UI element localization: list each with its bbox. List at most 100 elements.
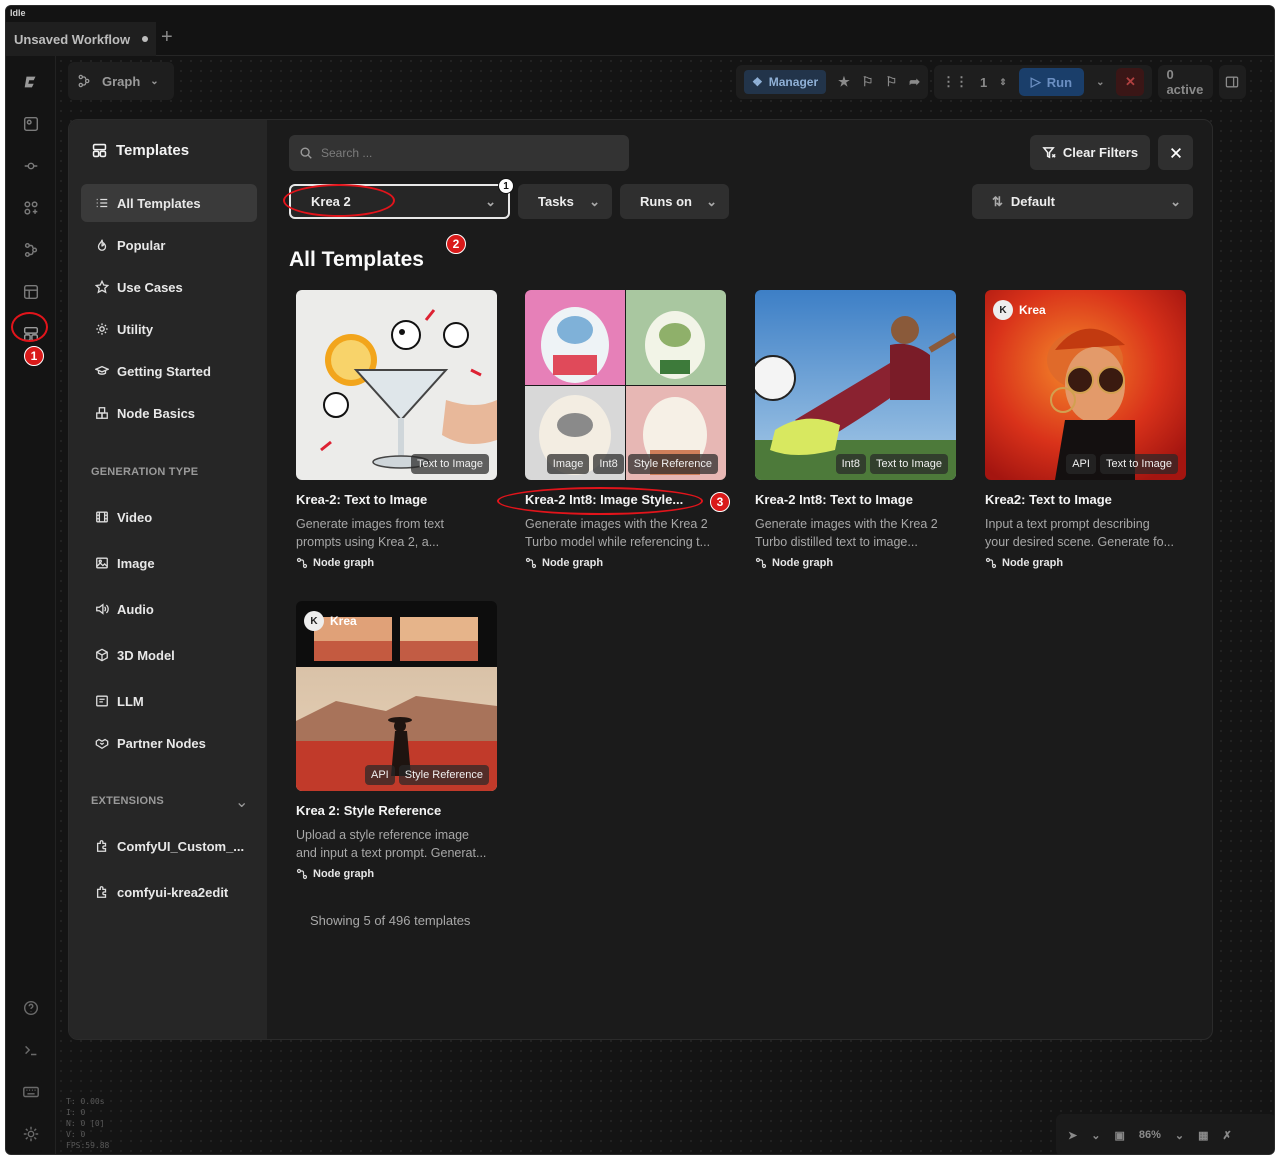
flask-icon[interactable]: ⚐ <box>862 74 874 90</box>
nav-partner-nodes[interactable]: Partner Nodes <box>81 724 257 762</box>
sort-arrows-icon: ⇅ <box>992 193 1003 209</box>
stepper-icon[interactable]: ⇕ <box>999 77 1007 88</box>
star-icon[interactable]: ★ <box>838 74 850 90</box>
comfy-logo-icon[interactable] <box>19 70 43 94</box>
run-options-chevron-icon[interactable]: ⌄ <box>1096 77 1104 88</box>
template-thumbnail[interactable]: Text to Image <box>296 290 497 480</box>
tag: Int8 <box>593 454 624 474</box>
graph-mode-button[interactable]: Graph ⌄ <box>68 62 174 100</box>
help-icon[interactable] <box>19 996 43 1020</box>
description-line: Turbo model while referencing t... <box>525 535 711 549</box>
description-line: your desired scene. Generate fo... <box>985 535 1174 549</box>
active-jobs[interactable]: 0 active <box>1158 65 1213 99</box>
nav-image[interactable]: Image <box>81 544 257 582</box>
description-line: prompts using Krea 2, a... <box>296 535 440 549</box>
search-box[interactable] <box>289 135 629 171</box>
nav-use-cases[interactable]: Use Cases <box>81 268 257 306</box>
nav-popular[interactable]: Popular <box>81 226 257 264</box>
node-library-icon[interactable] <box>19 154 43 178</box>
drag-handle-icon[interactable]: ⋮⋮ <box>942 74 968 90</box>
queue-icon[interactable] <box>19 112 43 136</box>
model-library-icon[interactable] <box>19 196 43 220</box>
template-card[interactable]: Int8 Text to Image Krea-2 Int8: Text to … <box>755 290 957 569</box>
template-thumbnail[interactable]: K Krea API Style Reference <box>296 601 497 791</box>
template-card[interactable]: Text to Image Krea-2: Text to Image Gene… <box>296 290 498 569</box>
template-thumbnail[interactable]: Int8 Text to Image <box>755 290 956 480</box>
nav-utility[interactable]: Utility <box>81 310 257 348</box>
stop-button[interactable]: ✕ <box>1116 68 1145 96</box>
stat-line: T: 0.00s <box>66 1097 105 1106</box>
minimap-icon[interactable]: ▦ <box>1198 1129 1208 1142</box>
krea-badge-label: Krea <box>1019 303 1046 317</box>
krea-logo-icon: K <box>993 300 1013 320</box>
tasks-filter-select[interactable]: Tasks ⌄ <box>518 184 612 219</box>
tag: Image <box>546 454 590 474</box>
toggle-panel-button[interactable] <box>1218 65 1246 99</box>
panel-icon <box>1226 76 1239 88</box>
assets-icon[interactable] <box>19 280 43 304</box>
description-line: Turbo distilled text to image... <box>755 535 918 549</box>
sort-value: Default <box>1010 194 1055 209</box>
nav-extension-comfyui-custom[interactable]: ComfyUI_Custom_... <box>81 827 257 865</box>
nav-llm[interactable]: LLM <box>81 682 257 720</box>
search-icon <box>300 147 312 159</box>
krea-logo-icon: K <box>304 611 324 631</box>
fit-view-icon[interactable]: ▣ <box>1114 1129 1124 1142</box>
nav-node-basics[interactable]: Node Basics <box>81 394 257 432</box>
nav-extension-krea2edit[interactable]: comfyui-krea2edit <box>81 873 257 911</box>
card-description: Generate images from text prompts using … <box>296 515 498 551</box>
puzzle-icon <box>96 840 107 852</box>
chevron-down-icon[interactable]: ⌄ <box>1175 1129 1184 1142</box>
film-icon <box>96 511 108 523</box>
clear-filters-button[interactable]: Clear Filters <box>1030 135 1150 170</box>
terminal-icon[interactable] <box>19 1038 43 1062</box>
batch-count[interactable]: 1 <box>980 75 987 90</box>
stat-line: N: 0 [0] <box>66 1119 105 1128</box>
nav-label: All Templates <box>117 195 201 211</box>
nav-video[interactable]: Video <box>81 498 257 536</box>
chevron-down-icon: ⌄ <box>1170 193 1181 209</box>
share-icon[interactable]: ➦ <box>909 74 920 90</box>
nav-label: Utility <box>117 321 154 337</box>
template-thumbnail[interactable]: Image Int8 Style Reference <box>525 290 726 480</box>
template-card[interactable]: K Krea API Text to Image Krea2: Text to … <box>985 290 1187 569</box>
annotation-ellipse <box>283 184 395 217</box>
sort-select[interactable]: ⇅ Default ⌄ <box>972 184 1193 219</box>
extensions-collapse-chevron-icon[interactable]: ⌄ <box>235 792 248 812</box>
node-graph-icon <box>296 868 308 880</box>
tag: Text to Image <box>1099 454 1178 474</box>
manager-button[interactable]: ❖ Manager <box>744 70 827 94</box>
star-icon <box>95 280 109 294</box>
templates-modal: Templates All Templates Popular Use Case… <box>68 119 1213 1040</box>
workflows-icon[interactable] <box>19 238 43 262</box>
nav-all-templates[interactable]: All Templates <box>81 184 257 222</box>
run-button[interactable]: ▷ Run <box>1018 68 1085 96</box>
runs-on-filter-select[interactable]: Runs on ⌄ <box>620 184 729 219</box>
tag: Text to Image <box>869 454 948 474</box>
chevron-down-icon[interactable]: ⌄ <box>1091 1129 1100 1142</box>
nav-label: LLM <box>117 693 144 709</box>
card-meta-label: Node graph <box>313 557 375 569</box>
nav-audio[interactable]: Audio <box>81 590 257 628</box>
template-thumbnail[interactable]: K Krea API Text to Image <box>985 290 1186 480</box>
link-toggle-icon[interactable]: ✗ <box>1223 1129 1232 1142</box>
new-tab-button[interactable]: + <box>161 26 173 49</box>
search-input[interactable] <box>321 146 601 160</box>
settings-gear-icon[interactable] <box>19 1122 43 1146</box>
graduation-cap-icon <box>95 365 109 375</box>
template-card[interactable]: Image Int8 Style Reference Krea-2 Int8: … <box>525 290 727 569</box>
flask-alt-icon[interactable]: ⚐ <box>885 74 897 90</box>
nav-label: Image <box>117 555 155 571</box>
nav-3d-model[interactable]: 3D Model <box>81 636 257 674</box>
tag-list: Text to Image <box>410 454 489 474</box>
description-line: and input a text prompt. Generat... <box>296 846 487 860</box>
list-icon <box>96 198 108 208</box>
keyboard-icon[interactable] <box>19 1080 43 1104</box>
close-modal-button[interactable] <box>1158 135 1193 170</box>
nav-getting-started[interactable]: Getting Started <box>81 352 257 390</box>
template-card[interactable]: K Krea API Style Reference Krea 2: Style… <box>296 601 498 880</box>
zoom-level[interactable]: 86% <box>1139 1129 1161 1141</box>
card-meta: Node graph <box>985 557 1187 569</box>
pointer-icon[interactable]: ➤ <box>1068 1129 1077 1142</box>
workflow-tab[interactable]: Unsaved Workflow <box>6 22 156 56</box>
